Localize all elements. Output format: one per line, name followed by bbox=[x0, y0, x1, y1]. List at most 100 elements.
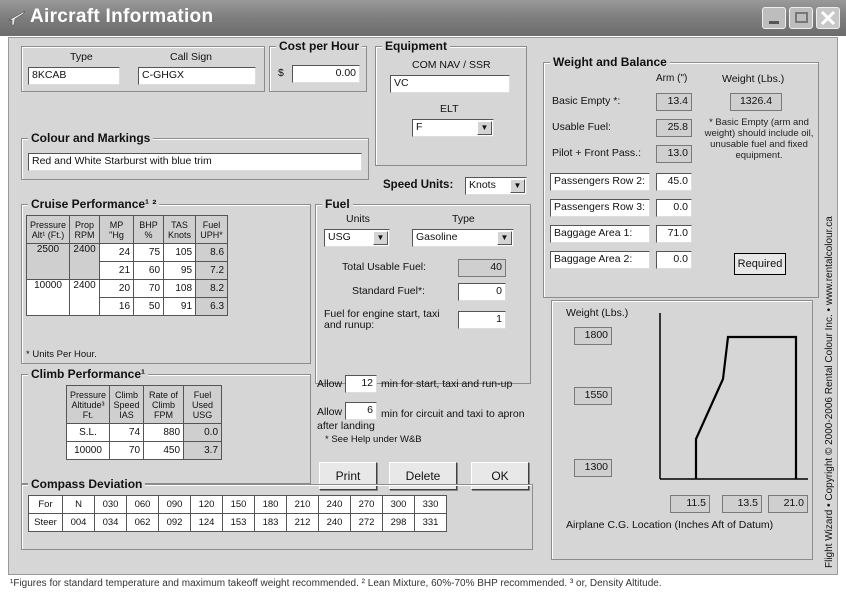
table-cell[interactable]: 91 bbox=[163, 297, 197, 316]
baggage-area2-arm-field[interactable]: 0.0 bbox=[656, 251, 692, 269]
weight-mid-field[interactable]: 1550 bbox=[574, 387, 612, 405]
weight-max-field[interactable]: 1800 bbox=[574, 327, 612, 345]
cg-mid-field[interactable]: 13.5 bbox=[722, 495, 762, 513]
table-cell[interactable]: 450 bbox=[143, 441, 185, 460]
type-field[interactable]: 8KCAB bbox=[28, 67, 120, 85]
callsign-field[interactable]: C-GHGX bbox=[138, 67, 256, 85]
steer-value[interactable]: 331 bbox=[414, 513, 447, 532]
steer-value[interactable]: 062 bbox=[126, 513, 159, 532]
for-heading: N bbox=[62, 495, 95, 514]
fuel-units-dropdown[interactable]: USG ▼ bbox=[324, 229, 390, 247]
equipment-group: Equipment COM NAV / SSR VC ELT F ▼ bbox=[375, 39, 527, 166]
table-cell[interactable]: S.L. bbox=[65, 423, 111, 442]
for-heading: 120 bbox=[190, 495, 223, 514]
aircraft-information-window: Aircraft Information Type Call Sign 8KCA… bbox=[0, 0, 846, 595]
steer-value[interactable]: 272 bbox=[350, 513, 383, 532]
passengers-row2-arm-field[interactable]: 45.0 bbox=[656, 173, 692, 191]
footnote: ¹Figures for standard temperature and ma… bbox=[10, 578, 662, 589]
steer-value[interactable]: 212 bbox=[286, 513, 319, 532]
cg-envelope-line bbox=[694, 335, 798, 479]
chevron-down-icon[interactable]: ▼ bbox=[497, 231, 512, 245]
steer-value[interactable]: 240 bbox=[318, 513, 351, 532]
standard-fuel-field[interactable]: 0 bbox=[458, 283, 506, 301]
basic-empty-arm-field: 13.4 bbox=[656, 93, 692, 111]
baggage-area1-label[interactable]: Baggage Area 1: bbox=[550, 225, 650, 243]
chevron-down-icon[interactable]: ▼ bbox=[510, 179, 525, 193]
steer-value[interactable]: 183 bbox=[254, 513, 287, 532]
passengers-row3-arm-field[interactable]: 0.0 bbox=[656, 199, 692, 217]
passengers-row3-label[interactable]: Passengers Row 3: bbox=[550, 199, 650, 217]
cost-per-hour-group: Cost per Hour $ 0.00 bbox=[269, 39, 367, 92]
engine-start-fuel-field[interactable]: 1 bbox=[458, 311, 506, 329]
table-cell[interactable]: 60 bbox=[133, 261, 165, 280]
allow-startup-prefix: Allow bbox=[317, 378, 343, 390]
for-heading: 090 bbox=[158, 495, 191, 514]
engine-start-fuel-label: Fuel for engine start, taxi and runup: bbox=[324, 308, 440, 331]
for-heading: 270 bbox=[350, 495, 383, 514]
maximize-button[interactable] bbox=[789, 7, 813, 29]
table-cell[interactable]: 105 bbox=[163, 243, 197, 262]
baggage-area1-arm-field[interactable]: 71.0 bbox=[656, 225, 692, 243]
table-cell[interactable]: 70 bbox=[109, 441, 145, 460]
speed-units-label: Speed Units: bbox=[383, 179, 454, 191]
passengers-row2-label[interactable]: Passengers Row 2: bbox=[550, 173, 650, 191]
table-cell[interactable]: 74 bbox=[109, 423, 145, 442]
compass-deviation-title: Compass Deviation bbox=[28, 477, 146, 491]
type-callsign-group: Type Call Sign 8KCAB C-GHGX bbox=[21, 46, 265, 92]
speed-units-dropdown[interactable]: Knots ▼ bbox=[465, 177, 527, 195]
chevron-down-icon[interactable]: ▼ bbox=[373, 231, 388, 245]
table-cell[interactable]: 10000 bbox=[65, 441, 111, 460]
weight-balance-group: Weight and Balance Arm (") Weight (Lbs.)… bbox=[543, 55, 819, 298]
minimize-button[interactable] bbox=[762, 7, 786, 29]
table-cell[interactable]: 108 bbox=[163, 279, 197, 298]
column-header: Pressure Alt¹ (Ft.) bbox=[25, 215, 71, 244]
allow-startup-suffix: min for start, taxi and run-up bbox=[381, 378, 513, 390]
steer-value[interactable]: 034 bbox=[94, 513, 127, 532]
baggage-area2-label[interactable]: Baggage Area 2: bbox=[550, 251, 650, 269]
cg-aft-field[interactable]: 21.0 bbox=[768, 495, 808, 513]
chevron-down-icon[interactable]: ▼ bbox=[477, 121, 492, 135]
steer-value[interactable]: 298 bbox=[382, 513, 415, 532]
table-cell[interactable]: 16 bbox=[99, 297, 135, 316]
fuel-group: Fuel Units Type USG ▼ Gasoline ▼ Total U… bbox=[315, 197, 531, 384]
required-button[interactable]: Required bbox=[734, 253, 786, 275]
for-heading: 030 bbox=[94, 495, 127, 514]
table-cell[interactable]: 24 bbox=[99, 243, 135, 262]
table-cell[interactable]: 50 bbox=[133, 297, 165, 316]
fuel-title: Fuel bbox=[322, 197, 353, 211]
type-label: Type bbox=[70, 51, 93, 63]
fuel-type-dropdown[interactable]: Gasoline ▼ bbox=[412, 229, 514, 247]
table-header-row: Pressure Altitude³ Ft. Climb Speed IAS R… bbox=[65, 385, 223, 424]
weight-balance-title: Weight and Balance bbox=[550, 55, 670, 69]
steer-value[interactable]: 004 bbox=[62, 513, 95, 532]
fuel-units-value: USG bbox=[328, 231, 351, 243]
table-cell[interactable]: 75 bbox=[133, 243, 165, 262]
colour-markings-field[interactable]: Red and White Starburst with blue trim bbox=[28, 153, 362, 171]
column-header: Fuel Used USG bbox=[183, 385, 223, 424]
allow-startup-minutes-field[interactable]: 12 bbox=[345, 375, 377, 393]
cost-per-hour-field[interactable]: 0.00 bbox=[292, 65, 360, 83]
steer-value[interactable]: 092 bbox=[158, 513, 191, 532]
title-bar[interactable]: Aircraft Information bbox=[0, 0, 846, 36]
for-heading: 210 bbox=[286, 495, 319, 514]
table-cell[interactable]: 2400 bbox=[69, 243, 101, 280]
close-button[interactable] bbox=[816, 7, 840, 29]
table-cell[interactable]: 880 bbox=[143, 423, 185, 442]
standard-fuel-label: Standard Fuel*: bbox=[352, 285, 425, 297]
weight-min-field[interactable]: 1300 bbox=[574, 459, 612, 477]
table-cell[interactable]: 2400 bbox=[69, 279, 101, 316]
table-cell[interactable]: 21 bbox=[99, 261, 135, 280]
column-header: Fuel UPH* bbox=[195, 215, 229, 244]
compass-deviation-group: Compass Deviation For N 030 060 090 120 … bbox=[21, 477, 533, 550]
cg-forward-field[interactable]: 11.5 bbox=[670, 495, 710, 513]
table-cell[interactable]: 10000 bbox=[25, 279, 71, 316]
steer-value[interactable]: 153 bbox=[222, 513, 255, 532]
steer-value[interactable]: 124 bbox=[190, 513, 223, 532]
table-cell[interactable]: 95 bbox=[163, 261, 197, 280]
table-cell[interactable]: 2500 bbox=[25, 243, 71, 280]
com-nav-ssr-field[interactable]: VC bbox=[390, 75, 510, 93]
usable-fuel-label: Usable Fuel: bbox=[552, 121, 611, 133]
table-cell[interactable]: 70 bbox=[133, 279, 165, 298]
elt-dropdown[interactable]: F ▼ bbox=[412, 119, 494, 137]
table-cell[interactable]: 20 bbox=[99, 279, 135, 298]
